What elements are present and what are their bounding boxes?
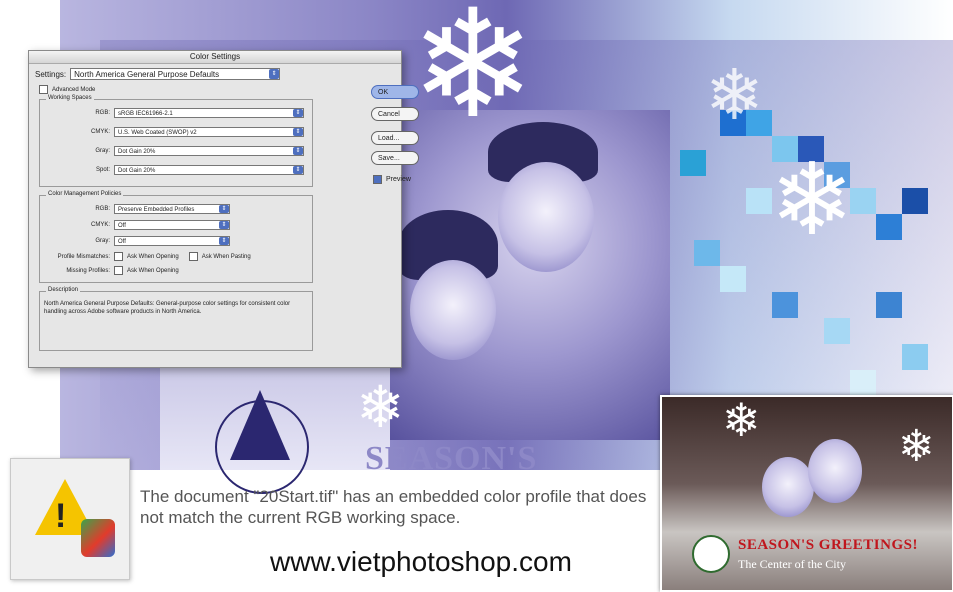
card-greeting: SEASON'S GREETINGS! — [738, 537, 918, 553]
snowflake-icon: ❄ — [705, 54, 764, 136]
working-spaces-title: Working Spaces — [46, 95, 94, 101]
policy-cmyk-value: Off — [118, 223, 126, 229]
chevron-down-icon: ⇕ — [293, 128, 303, 136]
tree-logo-icon — [692, 535, 730, 573]
preview-label: Preview — [386, 176, 411, 183]
cmyk-working-space-select[interactable]: U.S. Web Coated (SWOP) v2 ⇕ — [114, 127, 304, 137]
preview-checkbox[interactable] — [373, 175, 382, 184]
warning-icon-box: ! — [10, 458, 130, 580]
face-left — [410, 260, 496, 360]
snowflake-icon: ❄ — [356, 373, 405, 441]
card-face-left — [762, 457, 814, 517]
policy-gray-value: Off — [118, 239, 126, 245]
seasons-text: SEASON'S — [365, 440, 538, 477]
rgb-working-space-value: sRGB IEC61966-2.1 — [118, 111, 173, 117]
snowflake-icon: ❄ — [898, 421, 935, 472]
ask-when-opening-checkbox[interactable] — [114, 252, 123, 261]
ask-when-opening-label: Ask When Opening — [127, 253, 179, 260]
spot-label: Spot: — [95, 167, 110, 173]
missing-profiles-label: Missing Profiles: — [66, 267, 110, 274]
spot-working-space-select[interactable]: Dot Gain 20% ⇕ — [114, 165, 304, 175]
policy-rgb-value: Preserve Embedded Profiles — [118, 207, 195, 213]
rgb-working-space-select[interactable]: sRGB IEC61966-2.1 ⇕ — [114, 108, 304, 118]
working-spaces-group: Working Spaces RGB: sRGB IEC61966-2.1 ⇕ CM… — [39, 95, 313, 187]
description-title: Description — [46, 287, 81, 293]
rgb-label: RGB: — [95, 110, 110, 116]
policy-gray-select[interactable]: Off ⇕ — [114, 236, 230, 246]
ok-button[interactable]: OK — [371, 85, 419, 99]
chevron-down-icon: ⇕ — [293, 147, 303, 155]
ask-when-pasting-label: Ask When Pasting — [201, 253, 251, 260]
warning-message: The document "20Start.tif" has an embedd… — [140, 487, 647, 527]
website-url: www.vietphotoshop.com — [270, 546, 572, 577]
chevron-down-icon: ⇕ — [219, 237, 229, 245]
spot-working-space-value: Dot Gain 20% — [118, 168, 156, 174]
gray-working-space-select[interactable]: Dot Gain 20% ⇕ — [114, 146, 304, 156]
description-group: Description North America General Purpos… — [39, 287, 313, 351]
gray-working-space-value: Dot Gain 20% — [118, 149, 156, 155]
settings-select[interactable]: North America General Purpose Defaults ⇕ — [70, 68, 281, 80]
settings-select-value: North America General Purpose Defaults — [74, 70, 220, 79]
advanced-mode-checkbox[interactable] — [39, 85, 48, 94]
exclamation-icon: ! — [55, 497, 67, 535]
settings-label: Settings: — [35, 69, 67, 79]
advanced-mode-row[interactable]: Advanced Mode — [39, 85, 95, 94]
ask-when-pasting-checkbox[interactable] — [188, 252, 198, 261]
snowflake-icon: ❄ — [770, 141, 854, 258]
chevron-down-icon: ⇕ — [269, 69, 280, 79]
description-text: North America General Purpose Defaults: … — [44, 301, 291, 315]
policy-gray-label: Gray: — [95, 238, 110, 244]
color-settings-dialog: Color Settings Settings: North America G… — [28, 50, 419, 368]
card-subtitle: The Center of the City — [738, 557, 846, 571]
snowflake-icon: ❄ — [410, 0, 536, 152]
policy-cmyk-label: CMYK: — [90, 222, 110, 228]
cmyk-label: CMYK: — [90, 129, 110, 135]
advanced-mode-label: Advanced Mode — [52, 86, 96, 93]
policy-cmyk-select[interactable]: Off ⇕ — [114, 220, 230, 230]
policy-rgb-select[interactable]: Preserve Embedded Profiles ⇕ — [114, 204, 230, 214]
policy-rgb-label: RGB: — [95, 206, 110, 212]
dialog-title: Color Settings — [29, 51, 401, 64]
load-button[interactable]: Load... — [371, 131, 419, 145]
missing-ask-when-opening-checkbox[interactable] — [114, 266, 123, 275]
card-face-right — [808, 439, 862, 503]
color-management-title: Color Management Policies — [46, 191, 124, 197]
circle-shape — [215, 400, 309, 494]
missing-ask-when-opening-label: Ask When Opening — [127, 267, 179, 274]
cmyk-working-space-value: U.S. Web Coated (SWOP) v2 — [118, 130, 197, 136]
chevron-down-icon: ⇕ — [293, 166, 303, 174]
cancel-button[interactable]: Cancel — [371, 107, 419, 121]
profile-mismatches-label: Profile Mismatches: — [57, 253, 110, 260]
face-right — [498, 162, 594, 272]
snowflake-icon: ❄ — [722, 393, 761, 447]
chevron-down-icon: ⇕ — [219, 221, 229, 229]
gray-label: Gray: — [95, 148, 110, 154]
photoshop-parrot-icon — [81, 519, 115, 557]
settings-row: Settings: North America General Purpose … — [35, 68, 281, 80]
chevron-down-icon: ⇕ — [219, 205, 229, 213]
preview-row[interactable]: Preview — [373, 175, 411, 184]
chevron-down-icon: ⇕ — [293, 109, 303, 117]
color-management-group: Color Management Policies RGB: Preserve E… — [39, 191, 313, 283]
save-button[interactable]: Save... — [371, 151, 419, 165]
greeting-card-photo: ❄ ❄ SEASON'S GREETINGS! The Center of th… — [660, 395, 953, 592]
